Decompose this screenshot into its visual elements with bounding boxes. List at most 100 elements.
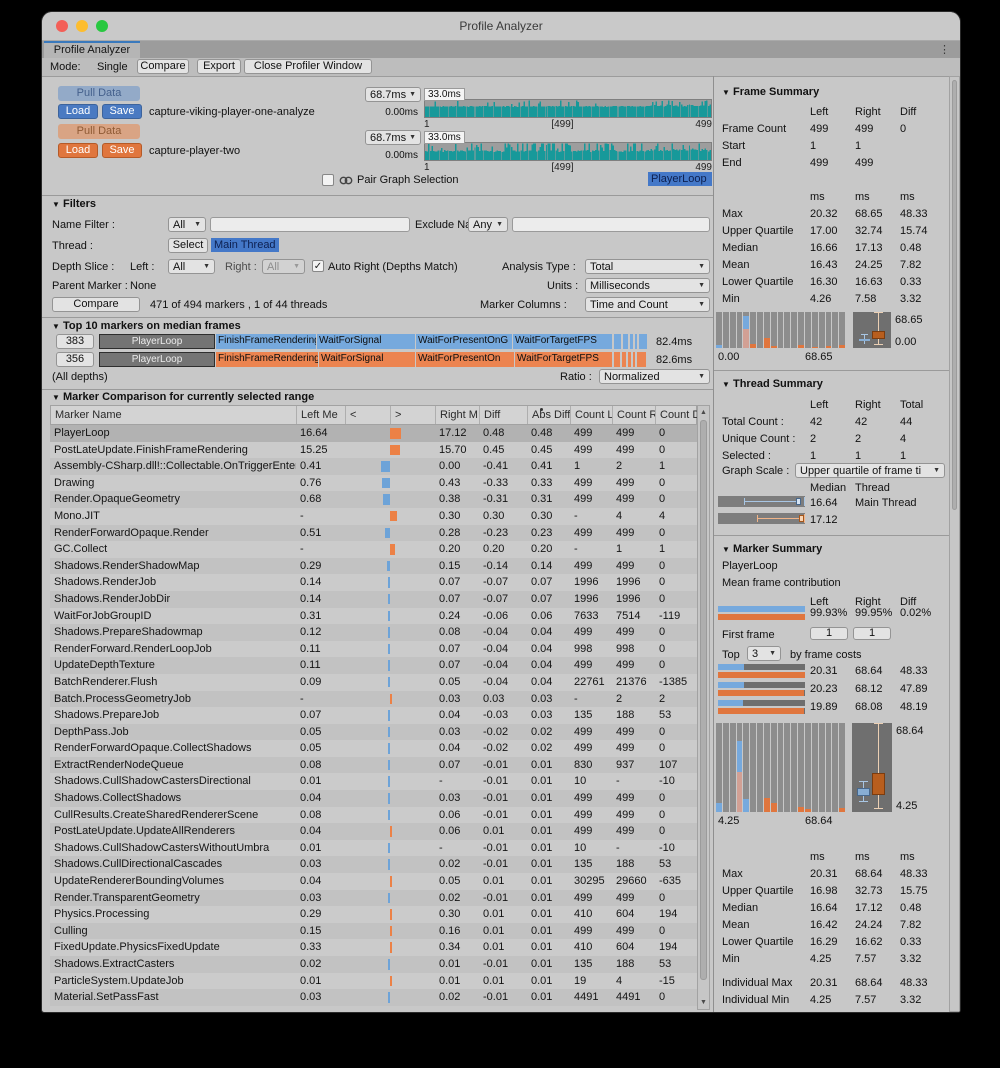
frame-number-button[interactable]: 383 — [56, 334, 94, 349]
table-row[interactable]: ExtractRenderNodeQueue0.080.07-0.010.018… — [50, 757, 697, 774]
table-row[interactable]: Shadows.CullDirectionalCascades0.030.02-… — [50, 856, 697, 873]
table-row[interactable]: RenderForwardOpaque.CollectShadows0.050.… — [50, 740, 697, 757]
top-n-dropdown[interactable]: 3▼ — [747, 646, 781, 661]
column-header[interactable]: Abs Diff — [528, 406, 571, 424]
table-row[interactable]: Shadows.CollectShadows0.040.03-0.010.014… — [50, 790, 697, 807]
table-row[interactable]: Mono.JIT-0.300.300.30-44 — [50, 508, 697, 525]
table-row[interactable]: RenderForward.RenderLoopJob0.110.07-0.04… — [50, 641, 697, 658]
marker-columns-dropdown[interactable]: Time and Count▼ — [585, 297, 710, 312]
frame-time-graph-right[interactable] — [424, 142, 712, 161]
top10-bar[interactable]: PlayerLoopFinishFrameRenderingWaitForSig… — [99, 352, 652, 367]
thread-select-button[interactable]: Select — [168, 238, 208, 253]
table-row[interactable]: Drawing0.760.43-0.330.334994990 — [50, 475, 697, 492]
save-left-button[interactable]: Save — [102, 104, 142, 119]
frame-summary-boxplot[interactable] — [853, 312, 891, 348]
column-header[interactable]: Right M — [436, 406, 480, 424]
table-row[interactable]: WaitForJobGroupID0.310.24-0.060.06763375… — [50, 608, 697, 625]
marker-comparison-header[interactable]: ▼ Marker Comparison for currently select… — [52, 391, 314, 403]
table-row[interactable]: Assembly-CSharp.dll!::Collectable.OnTrig… — [50, 458, 697, 475]
pull-data-left-button[interactable]: Pull Data — [58, 86, 140, 101]
export-button[interactable]: Export — [197, 59, 241, 74]
table-row[interactable]: Culling0.150.160.010.014994990 — [50, 923, 697, 940]
table-row[interactable]: Shadows.CullShadowCastersDirectional0.01… — [50, 773, 697, 790]
load-right-button[interactable]: Load — [58, 143, 98, 158]
table-row[interactable]: Batch.ProcessGeometryJob-0.030.030.03-22 — [50, 691, 697, 708]
mode-compare-button[interactable]: Compare — [137, 59, 189, 74]
filters-header[interactable]: ▼ Filters — [52, 198, 96, 210]
frame-time-graph-left[interactable] — [424, 99, 712, 118]
table-row[interactable]: Render.TransparentGeometry0.030.02-0.010… — [50, 890, 697, 907]
tab-profile-analyzer[interactable]: Profile Analyzer — [44, 41, 140, 58]
table-row[interactable]: RenderForwardOpaque.Render0.510.28-0.230… — [50, 525, 697, 542]
units-dropdown[interactable]: Milliseconds▼ — [585, 278, 710, 293]
table-row[interactable]: DepthPass.Job0.050.03-0.020.024994990 — [50, 724, 697, 741]
table-row[interactable]: Material.SetPassFast0.030.02-0.010.01449… — [50, 989, 697, 1006]
compare-button[interactable]: Compare — [52, 297, 140, 312]
name-filter-input[interactable] — [210, 217, 410, 232]
exclude-names-input[interactable] — [512, 217, 710, 232]
table-row[interactable]: Shadows.PrepareJob0.070.04-0.030.0313518… — [50, 707, 697, 724]
first-frame-right-button[interactable]: 1 — [853, 627, 891, 640]
column-header[interactable]: Marker Name — [51, 406, 297, 424]
load-left-button[interactable]: Load — [58, 104, 98, 119]
table-row[interactable]: PostLateUpdate.FinishFrameRendering15.25… — [50, 442, 697, 459]
table-row[interactable]: CullResults.CreateSharedRendererScene0.0… — [50, 807, 697, 824]
frame-summary-histogram[interactable] — [716, 312, 845, 348]
panel-scrollbar[interactable] — [949, 76, 960, 1012]
graph-selection-label[interactable]: PlayerLoop — [648, 172, 712, 186]
save-right-button[interactable]: Save — [102, 143, 142, 158]
scroll-down-icon[interactable]: ▼ — [698, 999, 709, 1006]
column-header[interactable]: < — [346, 406, 391, 424]
graph-scale-dropdown[interactable]: Upper quartile of frame ti▼ — [795, 463, 945, 478]
column-header[interactable]: Left Me — [297, 406, 346, 424]
column-header[interactable]: > — [391, 406, 436, 424]
table-scrollbar[interactable]: ▲ ▼ — [697, 405, 710, 1010]
table-row[interactable]: UpdateDepthTexture0.110.07-0.040.0449949… — [50, 657, 697, 674]
exclude-mode-dropdown[interactable]: Any▼ — [468, 217, 508, 232]
panel-scrollbar-thumb[interactable] — [952, 80, 957, 510]
top10-bar[interactable]: PlayerLoopFinishFrameRenderingWaitForSig… — [99, 334, 652, 349]
name-filter-mode-dropdown[interactable]: All▼ — [168, 217, 206, 232]
kebab-menu-icon[interactable]: ⋮ — [939, 43, 950, 56]
table-scrollbar-thumb[interactable] — [700, 420, 707, 980]
column-header[interactable]: Diff — [480, 406, 528, 424]
frame-range-dropdown-left[interactable]: 68.7ms▼ — [365, 87, 421, 102]
table-row[interactable]: Render.OpaqueGeometry0.680.38-0.310.3149… — [50, 491, 697, 508]
table-row[interactable]: Shadows.RenderJobDir0.140.07-0.070.07199… — [50, 591, 697, 608]
table-row[interactable]: UpdateRendererBoundingVolumes0.040.050.0… — [50, 873, 697, 890]
close-profiler-window-button[interactable]: Close Profiler Window — [244, 59, 372, 74]
table-row[interactable]: Physics.Processing0.290.300.010.01410604… — [50, 906, 697, 923]
column-header[interactable]: Count L — [571, 406, 613, 424]
marker-summary-header[interactable]: ▼ Marker Summary — [722, 543, 822, 555]
first-frame-left-button[interactable]: 1 — [810, 627, 848, 640]
table-row[interactable]: ParticleSystem.UpdateJob0.010.010.010.01… — [50, 973, 697, 990]
table-row[interactable]: PlayerLoop16.6417.120.480.484994990 — [50, 425, 697, 442]
thread-summary-header[interactable]: ▼ Thread Summary — [722, 378, 823, 390]
table-row[interactable]: Shadows.RenderJob0.140.07-0.070.07199619… — [50, 574, 697, 591]
table-row[interactable]: FixedUpdate.PhysicsFixedUpdate0.330.340.… — [50, 939, 697, 956]
frame-summary-header[interactable]: ▼ Frame Summary — [722, 86, 819, 98]
column-header[interactable]: Count D — [656, 406, 698, 424]
top10-header[interactable]: ▼ Top 10 markers on median frames — [52, 320, 241, 332]
table-row[interactable]: Shadows.RenderShadowMap0.290.15-0.140.14… — [50, 558, 697, 575]
marker-summary-histogram[interactable] — [716, 723, 845, 812]
analysis-type-dropdown[interactable]: Total▼ — [585, 259, 710, 274]
table-row[interactable]: PostLateUpdate.UpdateAllRenderers0.040.0… — [50, 823, 697, 840]
auto-right-checkbox[interactable]: ✓ — [312, 260, 324, 272]
table-row[interactable]: BatchRenderer.Flush0.090.05-0.040.042276… — [50, 674, 697, 691]
thread-value[interactable]: Main Thread — [211, 238, 279, 252]
table-row[interactable]: GC.Collect-0.200.200.20-11 — [50, 541, 697, 558]
mode-single-button[interactable]: Single — [97, 61, 128, 73]
depth-left-dropdown[interactable]: All▼ — [168, 259, 215, 274]
frame-number-button[interactable]: 356 — [56, 352, 94, 367]
pull-data-right-button[interactable]: Pull Data — [58, 124, 140, 139]
table-row[interactable]: Shadows.PrepareShadowmap0.120.08-0.040.0… — [50, 624, 697, 641]
table-row[interactable]: Shadows.CullShadowCastersWithoutUmbra0.0… — [50, 840, 697, 857]
table-row[interactable]: Shadows.ExtractCasters0.020.01-0.010.011… — [50, 956, 697, 973]
marker-summary-boxplot[interactable] — [852, 723, 892, 812]
ratio-dropdown[interactable]: Normalized▼ — [599, 369, 710, 384]
scroll-up-icon[interactable]: ▲ — [698, 409, 709, 416]
column-header[interactable]: Count R — [613, 406, 656, 424]
pair-graph-checkbox[interactable] — [322, 174, 334, 186]
frame-range-dropdown-right[interactable]: 68.7ms▼ — [365, 130, 421, 145]
